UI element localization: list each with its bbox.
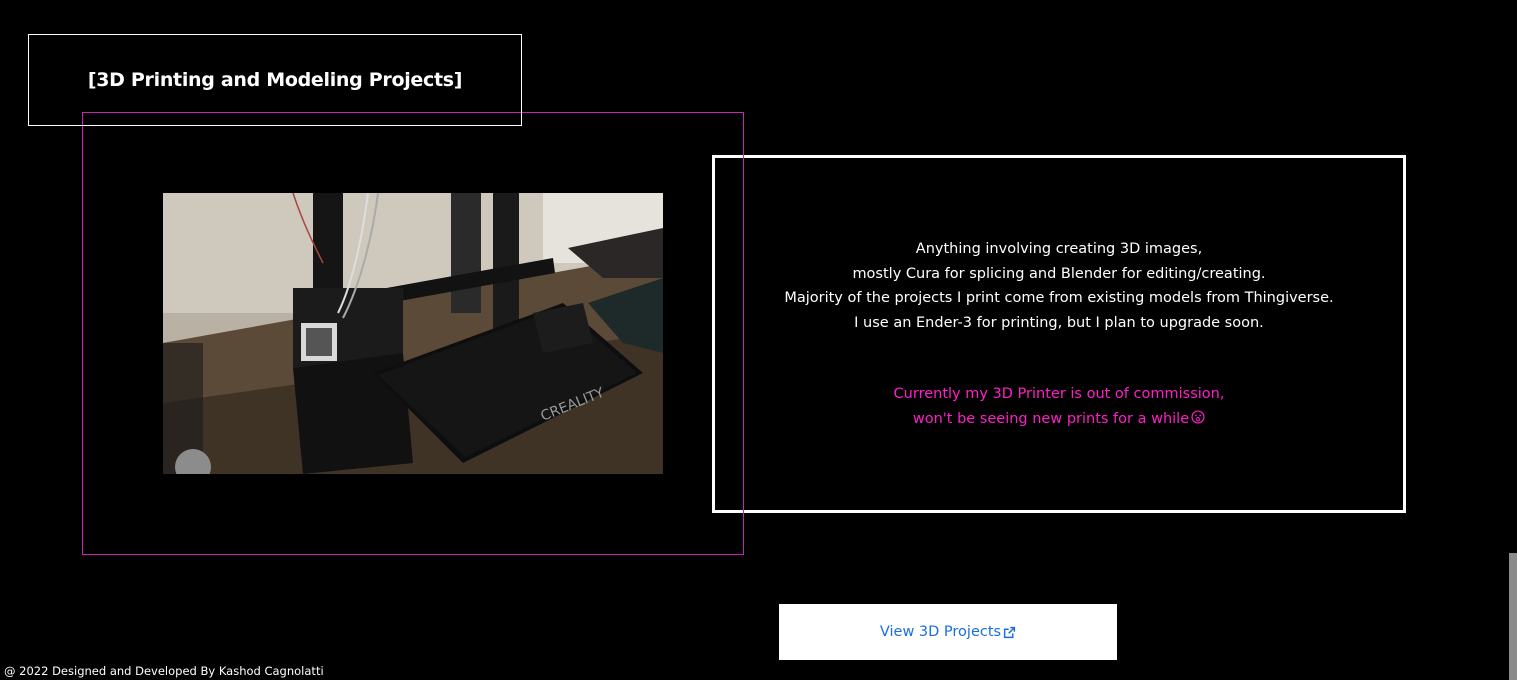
notice-line-wrapper: won't be seeing new prints for a while	[894, 407, 1225, 432]
notice-line: Currently my 3D Printer is out of commis…	[893, 386, 1225, 402]
external-link-icon	[1003, 626, 1016, 638]
view-3d-projects-label: View 3D Projects	[879, 624, 1002, 640]
page: [3D Printing and Modeling Projects] CREA…	[0, 0, 1517, 680]
description-line: Anything involving creating 3D images,	[915, 241, 1203, 257]
printer-photo: CREALITY	[163, 193, 663, 474]
notice-line: won't be seeing new prints for a while	[912, 410, 1190, 427]
out-of-commission-notice: Currently my 3D Printer is out of commis…	[894, 382, 1225, 431]
description-line: I use an Ender-3 for printing, but I pla…	[854, 314, 1264, 331]
description-text: Anything involving creating 3D images, m…	[784, 237, 1333, 335]
description-box: Anything involving creating 3D images, m…	[712, 155, 1406, 513]
scrollbar-thumb[interactable]	[1509, 553, 1517, 680]
view-3d-projects-button[interactable]: View 3D Projects	[779, 604, 1117, 660]
footer-credit: @ 2022 Designed and Developed By Kashod …	[4, 664, 324, 678]
section-title-box: [3D Printing and Modeling Projects]	[28, 34, 522, 126]
description-line: mostly Cura for splicing and Blender for…	[852, 265, 1266, 282]
description-line: Majority of the projects I print come fr…	[784, 290, 1334, 306]
section-title: [3D Printing and Modeling Projects]	[87, 69, 463, 91]
shocked-face-icon	[1191, 409, 1205, 424]
